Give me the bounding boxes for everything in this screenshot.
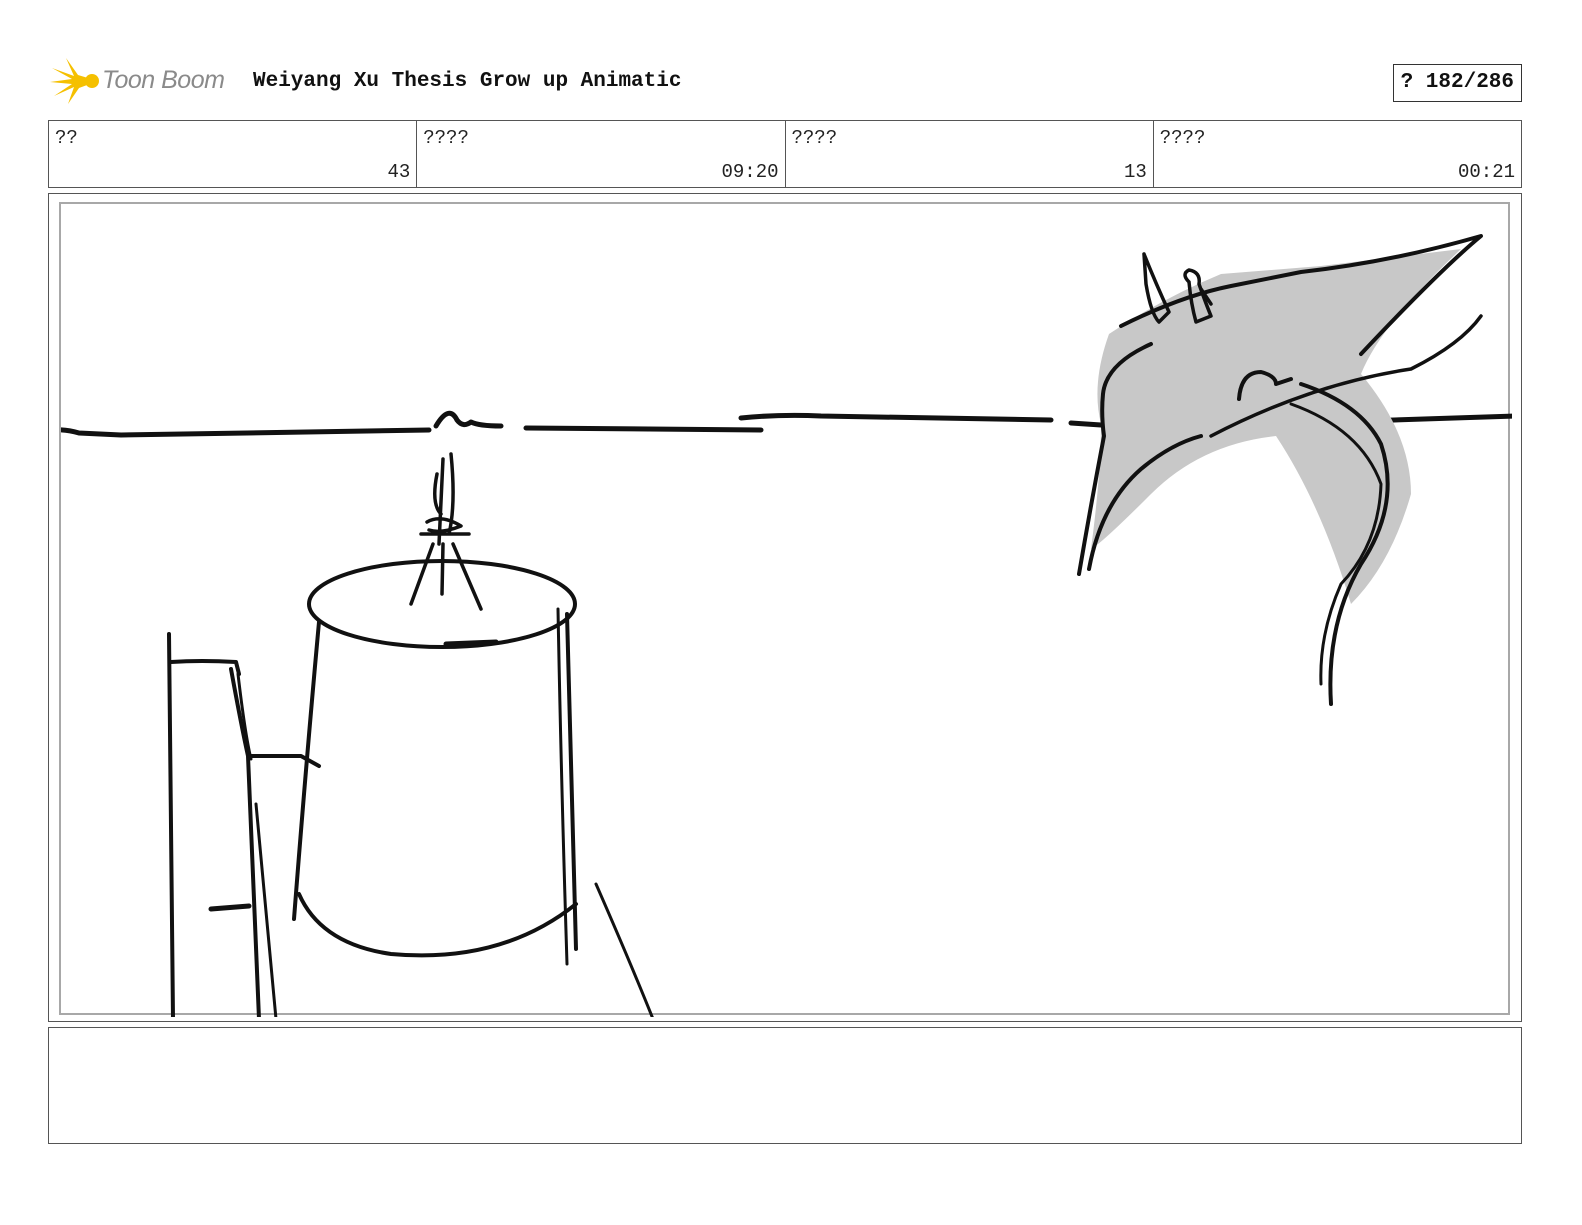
info-value: 13 — [1123, 161, 1147, 183]
post-small-bar — [208, 903, 252, 912]
info-value: 00:21 — [1457, 161, 1515, 183]
info-label: ?? — [55, 127, 78, 149]
manta-shadow — [1091, 249, 1461, 604]
horizon-line-bump — [433, 410, 504, 429]
project-title: Weiyang Xu Thesis Grow up Animatic — [253, 70, 682, 93]
bucket-inner-line — [443, 639, 499, 647]
info-label: ???? — [1159, 127, 1206, 149]
bucket-left-side — [292, 620, 321, 921]
panel-image-frame — [59, 202, 1512, 1017]
sketch-drawing — [61, 234, 1512, 1017]
info-cell-duration: ???? 00:21 — [1154, 121, 1521, 187]
post-left — [167, 632, 175, 1017]
starburst-icon — [50, 58, 99, 104]
page-counter: ? 182/286 — [1392, 64, 1522, 102]
ramp-line — [594, 882, 654, 1017]
storyboard-panel — [48, 193, 1522, 1022]
info-value: 43 — [387, 161, 411, 183]
post-top — [169, 659, 241, 676]
info-cell-scene: ???? 13 — [786, 121, 1154, 187]
bucket-bottom — [297, 892, 578, 958]
storyboard-page: Toon Boom Weiyang Xu Thesis Grow up Anim… — [0, 0, 1582, 1225]
info-label: ???? — [423, 127, 469, 149]
info-cell-panel: ?? 43 — [49, 121, 418, 187]
info-value: 09:20 — [721, 161, 779, 183]
notes-box — [48, 1027, 1522, 1144]
horizon-line-mid — [523, 412, 1104, 433]
toon-boom-logo: Toon Boom — [50, 56, 240, 106]
header: Toon Boom Weiyang Xu Thesis Grow up Anim… — [50, 56, 1522, 106]
antenna — [409, 452, 483, 611]
bucket-right-side — [565, 612, 578, 951]
info-cell-timecode: ???? 09:20 — [417, 121, 786, 187]
panel-info-row: ?? 43 ???? 09:20 ???? 13 ???? 00:21 — [48, 120, 1522, 188]
info-label: ???? — [791, 127, 838, 149]
logo-text: Toon Boom — [102, 66, 225, 94]
horizon-line — [61, 427, 432, 438]
